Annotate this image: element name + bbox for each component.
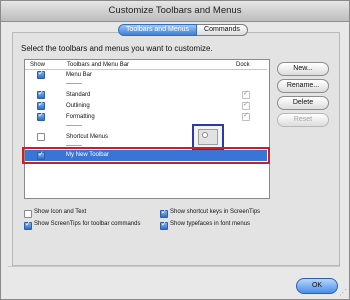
- column-header-name[interactable]: Toolbars and Menu Bar: [67, 62, 129, 68]
- ok-button[interactable]: OK: [296, 278, 338, 294]
- dock-checkbox[interactable]: [242, 89, 250, 99]
- instructions-text: Select the toolbars and menus you want t…: [21, 44, 213, 53]
- show-checkbox[interactable]: [37, 69, 45, 79]
- resize-grip-icon[interactable]: ⋰: [339, 289, 347, 297]
- option-label: Show Icon and Text: [34, 209, 87, 215]
- option-label: Show shortcut keys in ScreenTips: [170, 209, 261, 215]
- footer-divider: [8, 266, 340, 267]
- list-separator: --------: [25, 79, 267, 89]
- show-checkbox[interactable]: [37, 89, 45, 99]
- list-item-label: Outlining: [66, 103, 90, 109]
- tab-bar: Toolbars and Menus Commands: [118, 24, 248, 36]
- list-item[interactable]: Outlining: [25, 100, 267, 111]
- delete-button[interactable]: Delete: [277, 96, 329, 110]
- show-checkbox[interactable]: [37, 100, 45, 110]
- selection-highlight-frame: [22, 147, 270, 164]
- column-header-show[interactable]: Show: [30, 62, 45, 68]
- dock-checkbox[interactable]: [242, 111, 250, 121]
- reset-button[interactable]: Reset: [277, 113, 329, 127]
- option-checkbox[interactable]: [24, 210, 32, 218]
- tab-commands[interactable]: Commands: [197, 24, 248, 36]
- show-checkbox[interactable]: [37, 133, 45, 141]
- list-item-label: --------: [66, 123, 82, 129]
- dock-position-preview: [198, 129, 218, 145]
- column-header-dock[interactable]: Dock: [236, 62, 250, 68]
- new-button[interactable]: New...: [277, 62, 329, 76]
- option-label: Show typefaces in font menus: [170, 221, 251, 227]
- option-label: Show ScreenTips for toolbar commands: [34, 221, 141, 227]
- tab-toolbars-and-menus[interactable]: Toolbars and Menus: [118, 24, 198, 36]
- list-item[interactable]: Standard: [25, 89, 267, 100]
- option-checkbox[interactable]: [160, 220, 168, 230]
- option-checkbox[interactable]: [24, 220, 32, 230]
- window-title: Customize Toolbars and Menus: [1, 1, 349, 22]
- list-item-label: Standard: [66, 92, 91, 98]
- option-checkbox[interactable]: [160, 208, 168, 218]
- show-checkbox[interactable]: [37, 111, 45, 121]
- list-item-label: --------: [66, 81, 82, 87]
- dock-position-indicator: [202, 132, 208, 138]
- rename-button[interactable]: Rename...: [277, 79, 329, 93]
- dock-checkbox[interactable]: [242, 100, 250, 110]
- list-separator: --------: [25, 121, 267, 131]
